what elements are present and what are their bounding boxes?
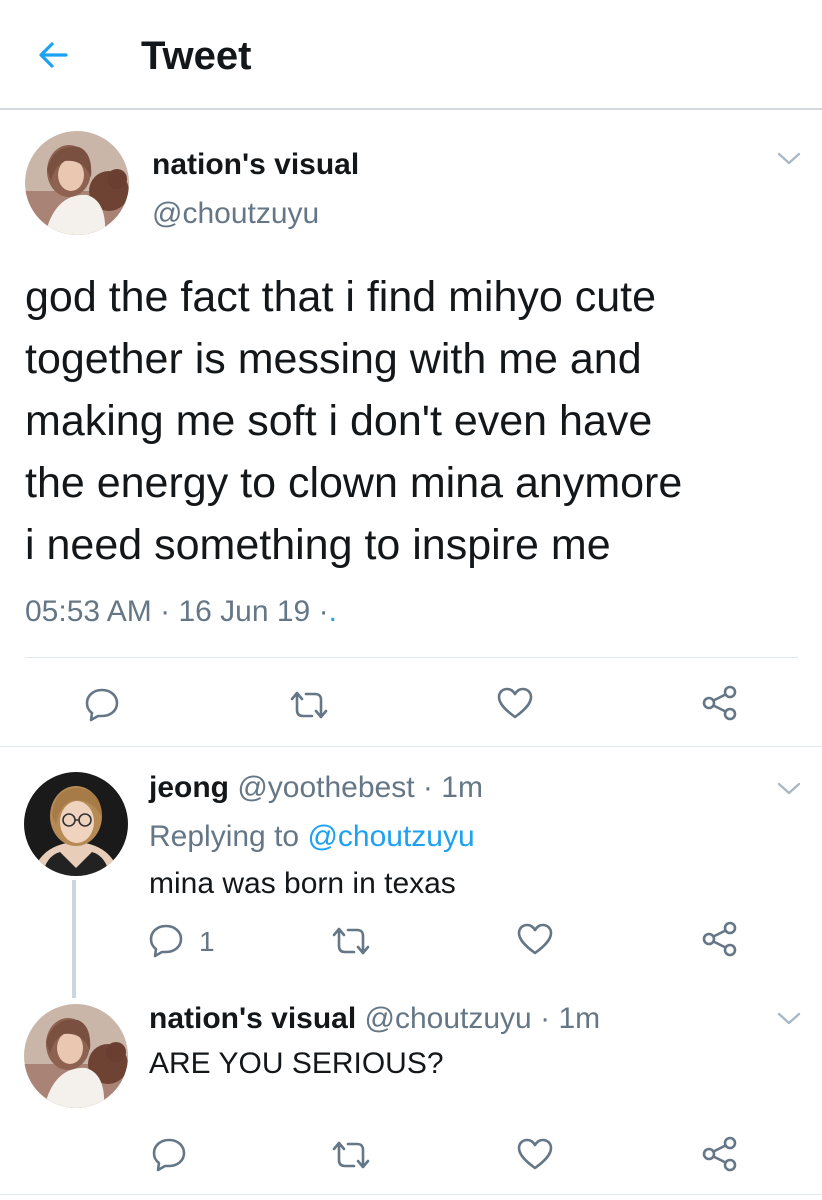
avatar[interactable] xyxy=(24,772,128,876)
replying-to-handle[interactable]: @choutzuyu xyxy=(307,820,474,853)
tweet-date[interactable]: 16 Jun 19 xyxy=(178,595,310,628)
heart-icon[interactable] xyxy=(516,922,554,956)
avatar[interactable] xyxy=(25,131,129,235)
header-divider xyxy=(0,108,822,110)
tweet-text: god the fact that i find mihyo cute toge… xyxy=(25,266,682,576)
reply-icon[interactable] xyxy=(148,922,184,958)
heart-icon[interactable] xyxy=(516,1137,554,1171)
retweet-icon[interactable] xyxy=(330,1140,372,1170)
reply-count: 1 xyxy=(199,926,215,957)
back-arrow-icon[interactable] xyxy=(36,38,70,72)
share-icon[interactable] xyxy=(700,683,740,723)
replying-to-label: Replying to xyxy=(149,820,300,853)
tweet-text-line: together is messing with me and xyxy=(25,335,642,383)
separator-dot: · xyxy=(540,1002,551,1035)
author-name[interactable]: nation's visual xyxy=(152,147,359,183)
tweet-text-line: god the fact that i find mihyo cute xyxy=(25,273,657,321)
chevron-down-icon[interactable] xyxy=(776,1010,802,1028)
tweet-text-line: the energy to clown mina anymore xyxy=(25,459,683,507)
reply-icon[interactable] xyxy=(151,1136,187,1172)
tweet-age: 1m xyxy=(441,771,483,804)
replying-to: Replying to @choutzuyu xyxy=(149,819,475,855)
retweet-icon[interactable] xyxy=(288,690,330,720)
tweet-timestamp: 05:53 AM · 16 Jun 19 ·. xyxy=(25,594,337,630)
chevron-down-icon[interactable] xyxy=(776,780,802,798)
reply-header: nation's visual @choutzuyu · 1m xyxy=(149,1001,600,1037)
reply-icon[interactable] xyxy=(84,686,120,722)
source-link[interactable]: . xyxy=(329,595,337,628)
reply-text: ARE YOU SERIOUS? xyxy=(149,1047,444,1080)
separator-dot: · xyxy=(160,595,171,628)
reply-header: jeong @yoothebest · 1m xyxy=(149,770,483,806)
author-handle[interactable]: @choutzuyu xyxy=(152,196,319,232)
author-handle[interactable]: @choutzuyu xyxy=(365,1002,532,1035)
tweet-text-line: making me soft i don't even have xyxy=(25,397,653,445)
tweet-age: 1m xyxy=(558,1002,601,1035)
avatar[interactable] xyxy=(24,1004,128,1108)
retweet-icon[interactable] xyxy=(330,926,372,956)
separator-dot: · xyxy=(318,595,329,628)
author-handle[interactable]: @yoothebest xyxy=(237,771,414,804)
author-name[interactable]: nation's visual xyxy=(149,1002,356,1035)
tweet-text-line: i need something to inspire me xyxy=(25,521,611,569)
divider xyxy=(25,657,798,658)
section-divider xyxy=(0,1194,822,1195)
thread-line xyxy=(72,880,76,998)
share-icon[interactable] xyxy=(700,919,740,959)
heart-icon[interactable] xyxy=(496,686,534,720)
chevron-down-icon[interactable] xyxy=(776,150,802,168)
section-divider xyxy=(0,746,822,747)
share-icon[interactable] xyxy=(700,1134,740,1174)
page-title: Tweet xyxy=(141,34,252,78)
tweet-time: 05:53 AM xyxy=(25,595,152,628)
reply-text: mina was born in texas xyxy=(149,867,456,900)
author-name[interactable]: jeong xyxy=(149,771,229,804)
separator-dot: · xyxy=(422,771,433,804)
